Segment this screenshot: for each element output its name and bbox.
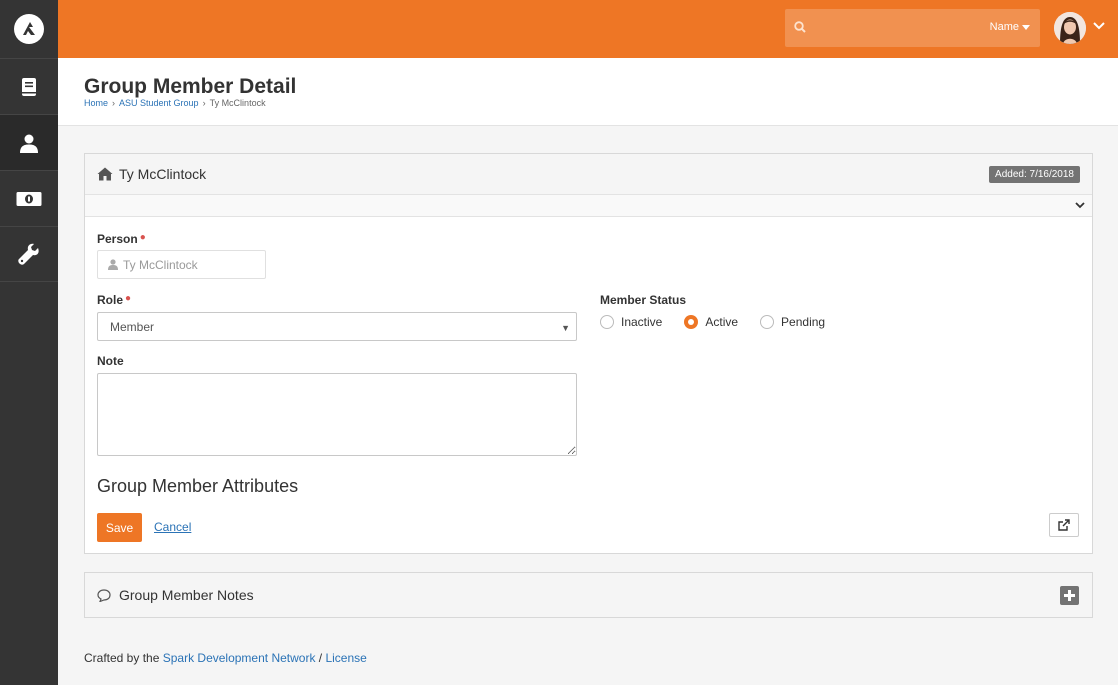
plus-icon [1064, 590, 1075, 601]
panel-title-text: Ty McClintock [119, 166, 207, 182]
attributes-heading: Group Member Attributes [97, 476, 299, 496]
chevron-right-icon: › [202, 98, 206, 108]
chevron-right-icon: › [112, 98, 116, 108]
role-select[interactable]: Member ▼ [97, 312, 577, 341]
person-label: Person ● [97, 232, 146, 246]
group-member-panel: Ty McClintock Added: 7/16/2018 Person ● T… [84, 153, 1093, 554]
group-member-notes-panel: Group Member Notes [84, 572, 1093, 618]
required-indicator: ● [139, 232, 146, 243]
person-picker[interactable]: Ty McClintock [97, 250, 266, 279]
caret-down-icon [1022, 24, 1030, 30]
external-link-icon [1058, 519, 1070, 531]
breadcrumb-home[interactable]: Home [84, 98, 108, 108]
home-icon [97, 167, 113, 181]
avatar[interactable] [1054, 12, 1086, 44]
member-status-label: Member Status [600, 293, 687, 307]
comments-icon [97, 588, 111, 602]
page-title: Group Member Detail [84, 75, 297, 98]
breadcrumb-current: Ty McClintock [209, 98, 266, 108]
chevron-down-icon[interactable] [1093, 22, 1105, 30]
radio-button[interactable] [600, 315, 614, 329]
person-picker-value: Ty McClintock [123, 257, 198, 272]
panel-drawer [85, 195, 1092, 217]
status-radio-active[interactable]: Active [684, 315, 738, 329]
role-label: Role ● [97, 293, 132, 307]
status-radio-inactive[interactable]: Inactive [600, 315, 662, 329]
notes-title-text: Group Member Notes [119, 587, 254, 603]
external-link-button[interactable] [1049, 513, 1079, 537]
sidebar-item-people[interactable] [0, 114, 58, 170]
panel-heading: Ty McClintock Added: 7/16/2018 [85, 154, 1092, 195]
sidebar-item-finance[interactable] [0, 170, 58, 226]
search-box[interactable]: Name [785, 9, 1040, 47]
search-filter-dropdown[interactable]: Name [990, 21, 1030, 33]
breadcrumb: Home › ASU Student Group › Ty McClintock [84, 98, 266, 108]
search-icon [794, 21, 806, 33]
radio-button-checked[interactable] [684, 315, 699, 329]
license-link[interactable]: License [325, 651, 366, 665]
role-select-value: Member [110, 319, 155, 334]
search-input[interactable] [815, 18, 965, 38]
sidebar-item-book[interactable] [0, 58, 58, 114]
radio-button[interactable] [760, 315, 775, 329]
added-date-badge: Added: 7/16/2018 [989, 166, 1080, 183]
status-radio-pending[interactable]: Pending [760, 315, 825, 329]
page-header: Group Member Detail Home › ASU Student G… [58, 58, 1118, 126]
search-filter-label: Name [989, 21, 1019, 33]
wrench-icon [18, 243, 39, 265]
person-icon [108, 259, 118, 270]
save-button[interactable]: Save [97, 513, 142, 542]
sidebar [0, 0, 58, 685]
chevron-down-icon[interactable] [1074, 199, 1086, 211]
panel-title: Ty McClintock [97, 166, 206, 182]
notes-panel-title: Group Member Notes [97, 587, 254, 603]
money-icon [16, 191, 42, 206]
sidebar-item-admin[interactable] [0, 226, 58, 282]
required-indicator: ● [125, 293, 132, 304]
top-bar: Name [58, 0, 1118, 58]
person-icon [20, 134, 38, 153]
note-label: Note [97, 354, 124, 368]
caret-down-icon: ▼ [561, 323, 570, 333]
breadcrumb-group[interactable]: ASU Student Group [119, 98, 199, 108]
rock-logo-icon[interactable] [0, 0, 58, 58]
spark-link[interactable]: Spark Development Network [163, 651, 316, 665]
add-note-button[interactable] [1060, 586, 1079, 605]
book-icon [22, 77, 36, 96]
footer: Crafted by the Spark Development Network… [84, 651, 367, 665]
cancel-button[interactable]: Cancel [154, 520, 191, 534]
note-textarea[interactable] [97, 373, 577, 456]
member-status-radios: Inactive Active Pending [600, 315, 847, 329]
